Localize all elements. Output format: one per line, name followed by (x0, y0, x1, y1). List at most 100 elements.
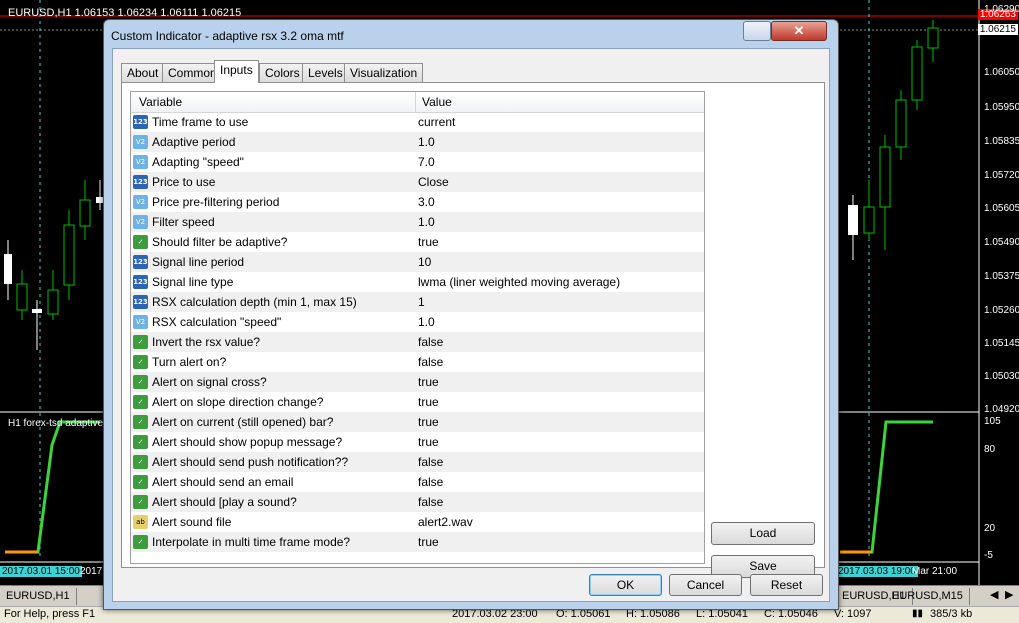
close-button[interactable]: ✕ (771, 21, 827, 41)
header-variable[interactable]: Variable (139, 95, 182, 109)
boolean-type-icon: ✓ (133, 435, 148, 449)
input-row[interactable]: 123 RSX calculation depth (min 1, max 15)… (131, 292, 704, 312)
dialog-body: About Common Inputs Colors Levels Visual… (112, 48, 830, 602)
input-variable-name: Time frame to use (152, 115, 249, 129)
input-variable-name: Alert should send push notification?? (152, 455, 349, 469)
price-axis-label: 1.05375 (984, 271, 1019, 282)
input-value[interactable]: false (418, 495, 443, 509)
sub-axis-label: 20 (984, 523, 996, 534)
boolean-type-icon: ✓ (133, 235, 148, 249)
input-value[interactable]: 1.0 (418, 215, 435, 229)
symbol-info: EURUSD,H1 1.06153 1.06234 1.06111 1.0621… (8, 7, 242, 19)
input-variable-name: Alert sound file (152, 515, 232, 529)
ok-button[interactable]: OK (589, 574, 662, 596)
input-value[interactable]: 1.0 (418, 315, 435, 329)
input-value[interactable]: true (418, 235, 439, 249)
input-row[interactable]: ✓ Turn alert on? false (131, 352, 704, 372)
input-variable-name: Interpolate in multi time frame mode? (152, 535, 351, 549)
input-value[interactable]: false (418, 335, 443, 349)
tab-about[interactable]: About (121, 63, 165, 82)
input-variable-name: Adaptive period (152, 135, 236, 149)
load-button[interactable]: Load (711, 522, 815, 545)
input-value[interactable]: false (418, 475, 443, 489)
price-axis-label: 1.05835 (984, 136, 1019, 147)
input-value[interactable]: 1 (418, 295, 425, 309)
input-value[interactable]: Close (418, 175, 449, 189)
input-value[interactable]: alert2.wav (418, 515, 473, 529)
traffic-icon: ▮▮ (912, 608, 924, 619)
input-variable-name: Alert should show popup message? (152, 435, 343, 449)
input-row[interactable]: V2 RSX calculation "speed" 1.0 (131, 312, 704, 332)
input-row[interactable]: ✓ Alert should send push notification?? fa… (131, 452, 704, 472)
tab-scroll-left-icon[interactable]: ◀ (990, 588, 998, 601)
tab-inputs[interactable]: Inputs (214, 60, 259, 83)
chart-tab[interactable]: EURUSD,M15 (886, 588, 970, 605)
input-row[interactable]: V2 Filter speed 1.0 (131, 212, 704, 232)
price-axis-label: 1.05950 (984, 102, 1019, 113)
input-row[interactable]: 123 Price to use Close (131, 172, 704, 192)
input-value[interactable]: 7.0 (418, 155, 435, 169)
tab-colors[interactable]: Colors (259, 63, 306, 82)
boolean-type-icon: ✓ (133, 415, 148, 429)
input-variable-name: Price pre-filtering period (152, 195, 280, 209)
input-row[interactable]: 123 Signal line period 10 (131, 252, 704, 272)
input-row[interactable]: V2 Adapting "speed" 7.0 (131, 152, 704, 172)
input-value[interactable]: 10 (418, 255, 431, 269)
input-value[interactable]: true (418, 415, 439, 429)
time-label: 2017.03.01 15:00 (0, 566, 82, 577)
input-row[interactable]: ✓ Alert should show popup message? true (131, 432, 704, 452)
input-row[interactable]: ✓ Alert on slope direction change? true (131, 392, 704, 412)
input-value[interactable]: lwma (liner weighted moving average) (418, 275, 620, 289)
header-value[interactable]: Value (422, 95, 452, 109)
sub-axis-label: 80 (984, 444, 996, 455)
boolean-type-icon: ✓ (133, 495, 148, 509)
input-row[interactable]: ✓ Interpolate in multi time frame mode? tr… (131, 532, 704, 552)
input-variable-name: Filter speed (152, 215, 215, 229)
input-row[interactable]: 123 Time frame to use current (131, 112, 704, 132)
price-axis-label: 1.04920 (984, 404, 1019, 415)
input-value[interactable]: true (418, 375, 439, 389)
traffic-text: 385/3 kb (930, 608, 973, 620)
cancel-button[interactable]: Cancel (669, 574, 742, 596)
input-value[interactable]: false (418, 355, 443, 369)
integer-type-icon: 123 (133, 275, 148, 289)
inputs-panel: Variable Value 123 Time frame to use curre… (121, 82, 825, 578)
input-row[interactable]: ✓ Invert the rsx value? false (131, 332, 704, 352)
input-row[interactable]: 123 Signal line type lwma (liner weighted … (131, 272, 704, 292)
boolean-type-icon: ✓ (133, 335, 148, 349)
input-value[interactable]: false (418, 455, 443, 469)
input-row[interactable]: ab Alert sound file alert2.wav (131, 512, 704, 532)
chart-tab[interactable]: EURUSD,H1 (0, 588, 77, 605)
input-row[interactable]: ✓ Alert should send an email false (131, 472, 704, 492)
price-axis-label: 1.05605 (984, 203, 1019, 214)
tab-visualization[interactable]: Visualization (344, 63, 424, 82)
inputs-grid[interactable]: Variable Value 123 Time frame to use curre… (130, 91, 705, 564)
input-value[interactable]: true (418, 395, 439, 409)
input-row[interactable]: V2 Adaptive period 1.0 (131, 132, 704, 152)
input-value[interactable]: current (418, 115, 455, 129)
time-label: 2017 (80, 566, 103, 577)
custom-indicator-dialog: Custom Indicator - adaptive rsx 3.2 oma … (103, 19, 839, 610)
tab-levels[interactable]: Levels (302, 63, 349, 82)
input-value[interactable]: 3.0 (418, 195, 435, 209)
reset-button[interactable]: Reset (750, 574, 823, 596)
input-value[interactable]: true (418, 435, 439, 449)
grid-header: Variable Value (131, 92, 704, 113)
price-axis-label: 1.05490 (984, 237, 1019, 248)
tab-scroll-right-icon[interactable]: ▶ (1005, 588, 1013, 601)
input-row[interactable]: ✓ Should filter be adaptive? true (131, 232, 704, 252)
minimize-button[interactable] (743, 21, 771, 41)
input-row[interactable]: ✓ Alert on current (still opened) bar? tru… (131, 412, 704, 432)
sub-axis-label: -5 (984, 550, 993, 561)
subwindow-label: H1 forex-tsd adaptive (8, 418, 104, 429)
input-variable-name: Alert on signal cross? (152, 375, 267, 389)
price-axis-label: 1.05145 (984, 338, 1019, 349)
header-separator[interactable] (415, 92, 416, 112)
input-variable-name: Adapting "speed" (152, 155, 244, 169)
input-variable-name: Should filter be adaptive? (152, 235, 288, 249)
input-row[interactable]: ✓ Alert on signal cross? true (131, 372, 704, 392)
input-row[interactable]: ✓ Alert should [play a sound? false (131, 492, 704, 512)
input-value[interactable]: true (418, 535, 439, 549)
input-value[interactable]: 1.0 (418, 135, 435, 149)
input-row[interactable]: V2 Price pre-filtering period 3.0 (131, 192, 704, 212)
